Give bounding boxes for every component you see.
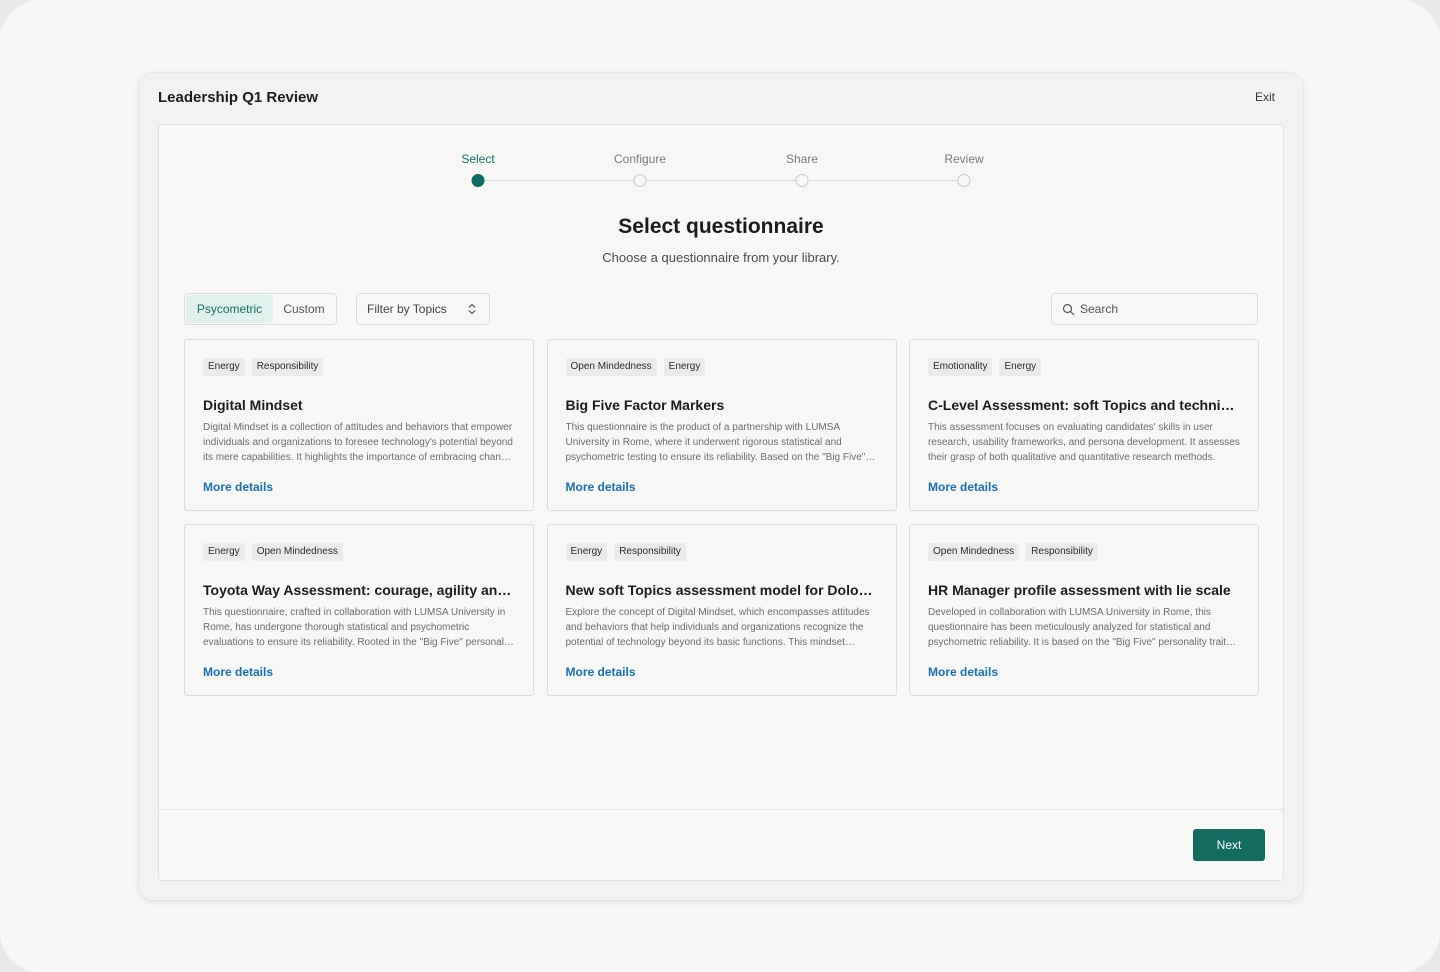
topic-tag: Energy (565, 543, 608, 561)
card-title: New soft Topics assessment model for Dol… (565, 582, 878, 598)
step-configure-label[interactable]: Configure (614, 152, 666, 166)
step-review-label[interactable]: Review (944, 152, 983, 166)
card-tags: Emotionality Energy (928, 358, 1240, 376)
topic-tag: Open Mindedness (251, 543, 343, 561)
topic-tag: Responsibility (251, 358, 324, 376)
card-description: This questionnaire is the product of a p… (565, 422, 866, 463)
card-description: This questionnaire, crafted in collabora… (203, 607, 514, 648)
topic-tag: Energy (663, 358, 706, 376)
questionnaire-card-grid: Energy Responsibility Digital Mindset Di… (184, 339, 1259, 696)
topic-tag: Open Mindedness (928, 543, 1020, 561)
wizard-panel: Select Configure Share Review Select que… (158, 124, 1284, 881)
more-details-link[interactable]: More details (928, 480, 998, 494)
card-description: Developed in collaboration with LUMSA Un… (928, 607, 1232, 648)
topic-tag: Energy (203, 543, 245, 561)
tab-custom[interactable]: Custom (273, 295, 335, 323)
page-subtitle: Choose a questionnaire from your library… (602, 250, 840, 265)
more-details-link[interactable]: More details (566, 480, 636, 494)
search-input[interactable] (1080, 302, 1240, 316)
card-tags: Energy Open Mindedness (203, 543, 515, 561)
questionnaire-card[interactable]: Energy Responsibility New soft Topics as… (546, 524, 897, 696)
more-details-link[interactable]: More details (928, 665, 998, 679)
filter-label: Filter by Topics (367, 302, 447, 316)
card-tags: Open Mindedness Energy (565, 358, 878, 376)
search-icon (1062, 303, 1075, 316)
step-select-dot[interactable] (471, 174, 485, 187)
step-select-label[interactable]: Select (461, 152, 494, 166)
page-title: Select questionnaire (618, 215, 824, 238)
questionnaire-card[interactable]: Open Mindedness Responsibility HR Manage… (909, 524, 1259, 696)
card-description: Digital Mindset is a collection of attit… (203, 422, 513, 463)
wizard-window: Leadership Q1 Review Exit Select Configu… (139, 73, 1303, 900)
next-button[interactable]: Next (1193, 829, 1265, 861)
more-details-link[interactable]: More details (203, 480, 273, 494)
questionnaire-card[interactable]: Open Mindedness Energy Big Five Factor M… (546, 339, 897, 511)
card-tags: Open Mindedness Responsibility (928, 543, 1240, 561)
topic-tag: Responsibility (1026, 543, 1098, 561)
more-details-link[interactable]: More details (203, 665, 273, 679)
topic-tag: Open Mindedness (565, 358, 657, 376)
card-title: HR Manager profile assessment with lie s… (928, 582, 1231, 598)
questionnaire-card[interactable]: Emotionality Energy C-Level Assessment: … (909, 339, 1259, 511)
questionnaire-type-tabs: Psycometric Custom (184, 293, 337, 325)
exit-button[interactable]: Exit (1255, 90, 1275, 104)
step-configure-dot[interactable] (633, 174, 647, 187)
window-title: Leadership Q1 Review (158, 89, 319, 106)
topic-tag: Energy (999, 358, 1042, 376)
questionnaire-card[interactable]: Energy Responsibility Digital Mindset Di… (184, 339, 534, 511)
card-title: C-Level Assessment: soft Topics and tech… (928, 397, 1240, 413)
footer-divider (159, 809, 1283, 810)
step-review-dot[interactable] (957, 174, 971, 187)
stepper: Select Configure Share Review (159, 125, 1283, 195)
chevron-up-down-icon (468, 303, 476, 315)
topic-tag: Responsibility (614, 543, 686, 561)
tab-psycometric[interactable]: Psycometric (186, 295, 273, 323)
filter-by-topics-select[interactable]: Filter by Topics (356, 293, 490, 325)
card-description: This assessment focuses on evaluating ca… (928, 422, 1240, 463)
step-share-label[interactable]: Share (786, 152, 818, 166)
card-title: Toyota Way Assessment: courage, agility … (203, 582, 515, 598)
questionnaire-card[interactable]: Energy Open Mindedness Toyota Way Assess… (184, 524, 534, 696)
card-title: Digital Mindset (203, 397, 303, 413)
search-box (1051, 293, 1258, 325)
card-tags: Energy Responsibility (203, 358, 515, 376)
topic-tag: Energy (203, 358, 245, 376)
step-share-dot[interactable] (795, 174, 809, 187)
more-details-link[interactable]: More details (566, 665, 636, 679)
card-title: Big Five Factor Markers (565, 397, 725, 413)
stepper-track (478, 180, 964, 181)
topic-tag: Emotionality (928, 358, 993, 376)
card-description: Explore the concept of Digital Mindset, … (565, 607, 870, 648)
card-tags: Energy Responsibility (565, 543, 878, 561)
